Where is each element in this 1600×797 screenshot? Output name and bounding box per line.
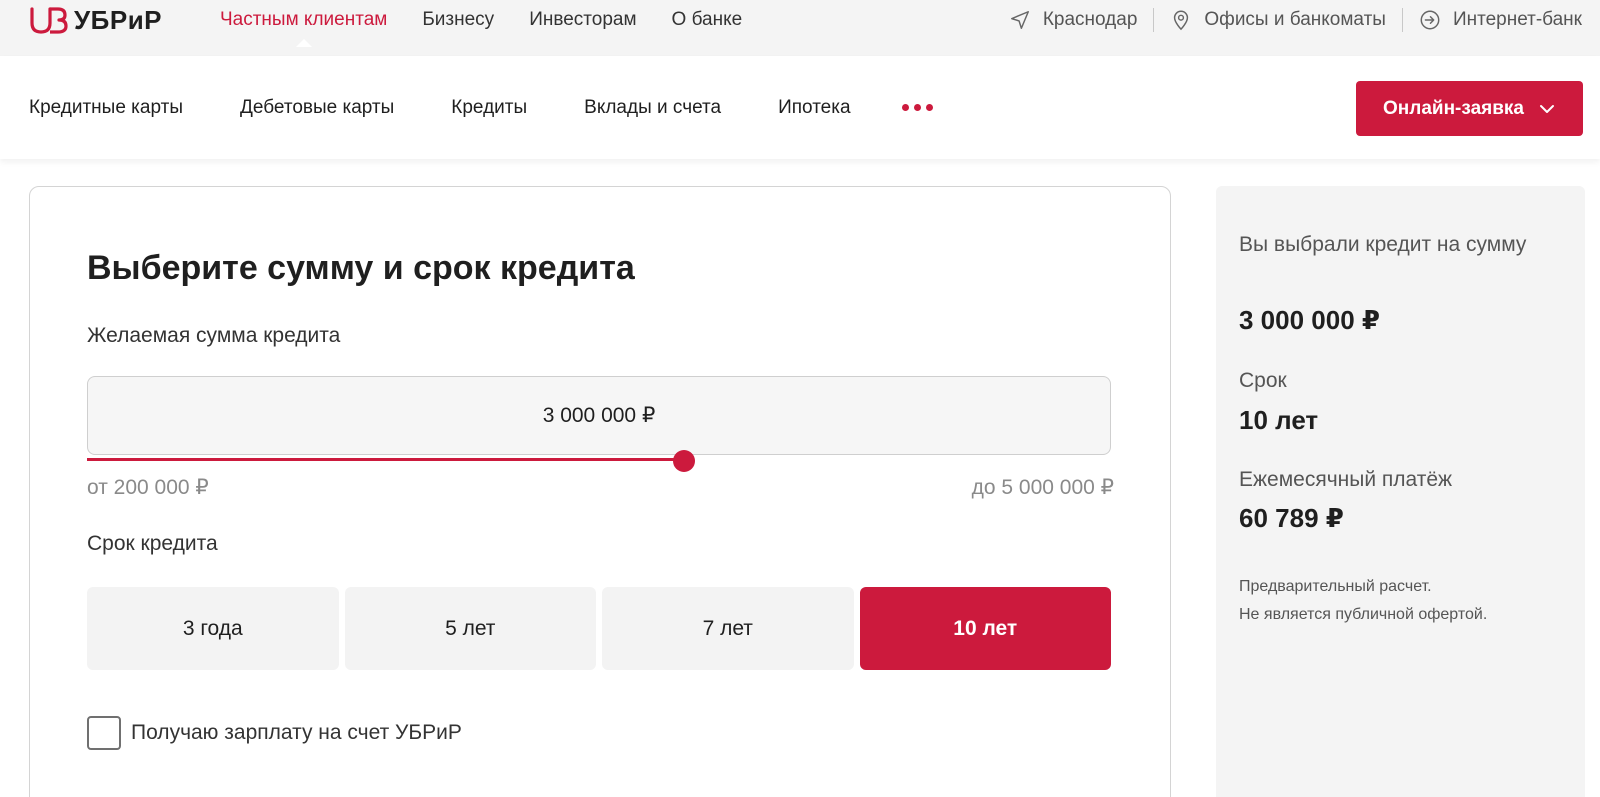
sub-nav-credit-cards[interactable]: Кредитные карты	[29, 97, 183, 119]
chevron-down-icon	[1539, 104, 1554, 113]
city-selector[interactable]: Краснодар	[1009, 9, 1138, 31]
navigation-arrow-icon	[1010, 11, 1029, 29]
sub-nav-loans[interactable]: Кредиты	[451, 97, 527, 119]
more-menu-icon[interactable]	[901, 104, 933, 111]
dot	[925, 104, 933, 111]
term-label: Срок кредита	[87, 532, 218, 555]
loan-summary-panel: Вы выбрали кредит на сумму 3 000 000 ₽ С…	[1216, 186, 1585, 797]
summary-payment-label: Ежемесячный платёж	[1239, 468, 1453, 491]
disclaimer-line-1: Предварительный расчет.	[1239, 578, 1432, 595]
term-options: 3 года 5 лет 7 лет 10 лет	[87, 587, 1111, 670]
offices-label: Офисы и банкоматы	[1204, 9, 1386, 30]
summary-amount-label: Вы выбрали кредит на сумму	[1239, 233, 1527, 256]
dot	[901, 104, 909, 111]
summary-disclaimer: Предварительный расчет. Не является публ…	[1239, 573, 1559, 629]
summary-term-value: 10 лет	[1239, 405, 1319, 435]
top-nav-investors[interactable]: Инвесторам	[529, 9, 636, 31]
online-application-label: Онлайн-заявка	[1383, 97, 1524, 119]
sub-nav-debit-cards[interactable]: Дебетовые карты	[240, 97, 394, 119]
sub-nav-mortgage[interactable]: Ипотека	[778, 97, 850, 119]
top-nav-business[interactable]: Бизнесу	[422, 9, 494, 31]
term-option-5-years[interactable]: 5 лет	[344, 587, 596, 670]
top-nav-private-clients[interactable]: Частным клиентам	[220, 9, 387, 47]
top-nav: Частным клиентам Бизнесу Инвесторам О ба…	[220, 0, 777, 47]
offices-link[interactable]: Офисы и банкоматы	[1170, 9, 1386, 31]
summary-payment-value: 60 789 ₽	[1239, 503, 1344, 533]
top-right-links: Краснодар Офисы и банкоматы Интернет-бан…	[1009, 0, 1582, 40]
divider	[1153, 8, 1155, 32]
term-option-7-years[interactable]: 7 лет	[602, 587, 854, 670]
online-application-button[interactable]: Онлайн-заявка	[1356, 81, 1583, 136]
amount-slider[interactable]	[87, 450, 1111, 472]
internet-bank-label: Интернет-банк	[1452, 9, 1582, 30]
logo[interactable]: УБРиР	[28, 4, 162, 36]
city-label: Краснодар	[1042, 9, 1138, 30]
slider-thumb[interactable]	[673, 450, 696, 472]
range-min-label: от 200 000 ₽	[87, 476, 209, 499]
logo-text: УБРиР	[74, 4, 163, 35]
amount-label: Желаемая сумма кредита	[87, 324, 341, 347]
top-nav-about[interactable]: О банке	[672, 9, 743, 31]
summary-term-label: Срок	[1239, 369, 1287, 392]
map-pin-icon	[1174, 10, 1189, 31]
internet-bank-link[interactable]: Интернет-банк	[1419, 9, 1582, 31]
salary-checkbox-label[interactable]: Получаю зарплату на счет УБРиР	[131, 721, 462, 745]
logo-icon	[30, 7, 68, 34]
salary-checkbox[interactable]	[87, 716, 121, 750]
term-option-3-years[interactable]: 3 года	[87, 587, 339, 670]
salary-checkbox-row[interactable]: Получаю зарплату на счет УБРиР	[87, 716, 462, 750]
sub-nav: Кредитные карты Дебетовые карты Кредиты …	[0, 56, 1600, 159]
sub-nav-deposits[interactable]: Вклады и счета	[584, 97, 721, 119]
login-icon	[1420, 10, 1440, 30]
sub-nav-items: Кредитные карты Дебетовые карты Кредиты …	[29, 56, 933, 159]
divider	[1401, 8, 1403, 32]
term-option-10-years[interactable]: 10 лет	[859, 587, 1111, 670]
slider-fill	[87, 458, 685, 461]
disclaimer-line-2: Не является публичной офертой.	[1239, 606, 1488, 623]
loan-calculator-card: Выберите сумму и срок кредита Желаемая с…	[29, 186, 1171, 797]
amount-value: 3 000 000 ₽	[542, 404, 656, 427]
top-bar: УБРиР Частным клиентам Бизнесу Инвестора…	[0, 0, 1600, 56]
dot	[913, 104, 921, 111]
range-max-label: до 5 000 000 ₽	[971, 476, 1114, 499]
calculator-title: Выберите сумму и срок кредита	[87, 249, 635, 287]
summary-amount-value: 3 000 000 ₽	[1239, 305, 1380, 335]
amount-input[interactable]: 3 000 000 ₽	[87, 376, 1111, 455]
